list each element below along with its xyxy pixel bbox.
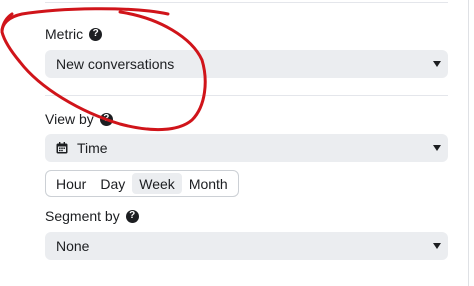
segment-by-label-text: Segment by — [45, 208, 120, 224]
calendar-icon — [56, 142, 68, 154]
segment-by-select[interactable]: None — [45, 232, 448, 260]
caret-down-icon — [433, 145, 441, 151]
time-granularity-toggle: Hour Day Week Month — [45, 170, 239, 197]
granularity-week[interactable]: Week — [132, 173, 182, 194]
granularity-day[interactable]: Day — [93, 173, 132, 194]
question-circle-icon[interactable]: ? — [89, 27, 103, 41]
section-divider — [45, 95, 448, 96]
question-circle-icon[interactable]: ? — [99, 112, 113, 126]
granularity-hour[interactable]: Hour — [49, 173, 93, 194]
metric-label-text: Metric — [45, 26, 84, 42]
metric-select-value: New conversations — [56, 56, 175, 72]
metric-select[interactable]: New conversations — [45, 50, 448, 78]
metric-label: Metric ? — [45, 26, 103, 42]
section-divider — [45, 2, 448, 3]
segment-by-select-value: None — [56, 238, 90, 254]
view-by-select[interactable]: Time — [45, 134, 448, 162]
caret-down-icon — [433, 61, 441, 67]
view-by-select-value: Time — [77, 140, 108, 156]
view-by-label-text: View by — [45, 111, 94, 127]
granularity-month[interactable]: Month — [182, 173, 235, 194]
question-circle-icon[interactable]: ? — [125, 209, 139, 223]
panel-right-border — [468, 0, 469, 286]
view-by-label: View by ? — [45, 111, 113, 127]
segment-by-label: Segment by ? — [45, 208, 139, 224]
caret-down-icon — [433, 243, 441, 249]
